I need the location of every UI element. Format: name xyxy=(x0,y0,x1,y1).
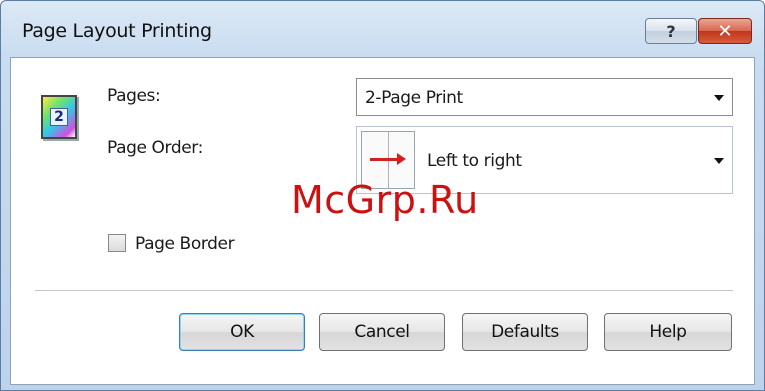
defaults-button[interactable]: Defaults xyxy=(462,313,588,351)
title-help-button[interactable]: ? xyxy=(645,18,697,44)
page-border-label[interactable]: Page Border xyxy=(135,234,235,254)
page-layout-icon-number: 2 xyxy=(50,108,68,126)
window-title: Page Layout Printing xyxy=(22,20,212,42)
page-layout-icon: 2 xyxy=(41,95,77,139)
title-close-button[interactable]: ✕ xyxy=(698,18,752,44)
dialog-window: Page Layout Printing ? ✕ 2 Pages: 2-Page… xyxy=(0,0,765,391)
title-bar: Page Layout Printing ? ✕ xyxy=(1,1,764,51)
pages-select[interactable]: 2-Page Print xyxy=(356,78,733,116)
page-order-select-value: Left to right xyxy=(427,151,522,171)
pages-label: Pages: xyxy=(107,86,161,106)
page-border-checkbox[interactable] xyxy=(108,234,126,252)
watermark-text: McGrp.Ru xyxy=(291,178,479,222)
separator xyxy=(35,290,733,291)
chevron-down-icon xyxy=(714,158,724,164)
chevron-down-icon xyxy=(714,95,724,101)
cancel-button[interactable]: Cancel xyxy=(319,313,445,351)
pages-select-value: 2-Page Print xyxy=(365,88,463,108)
page-order-label: Page Order: xyxy=(107,138,203,158)
help-button[interactable]: Help xyxy=(604,313,732,351)
ok-button[interactable]: OK xyxy=(179,313,305,351)
